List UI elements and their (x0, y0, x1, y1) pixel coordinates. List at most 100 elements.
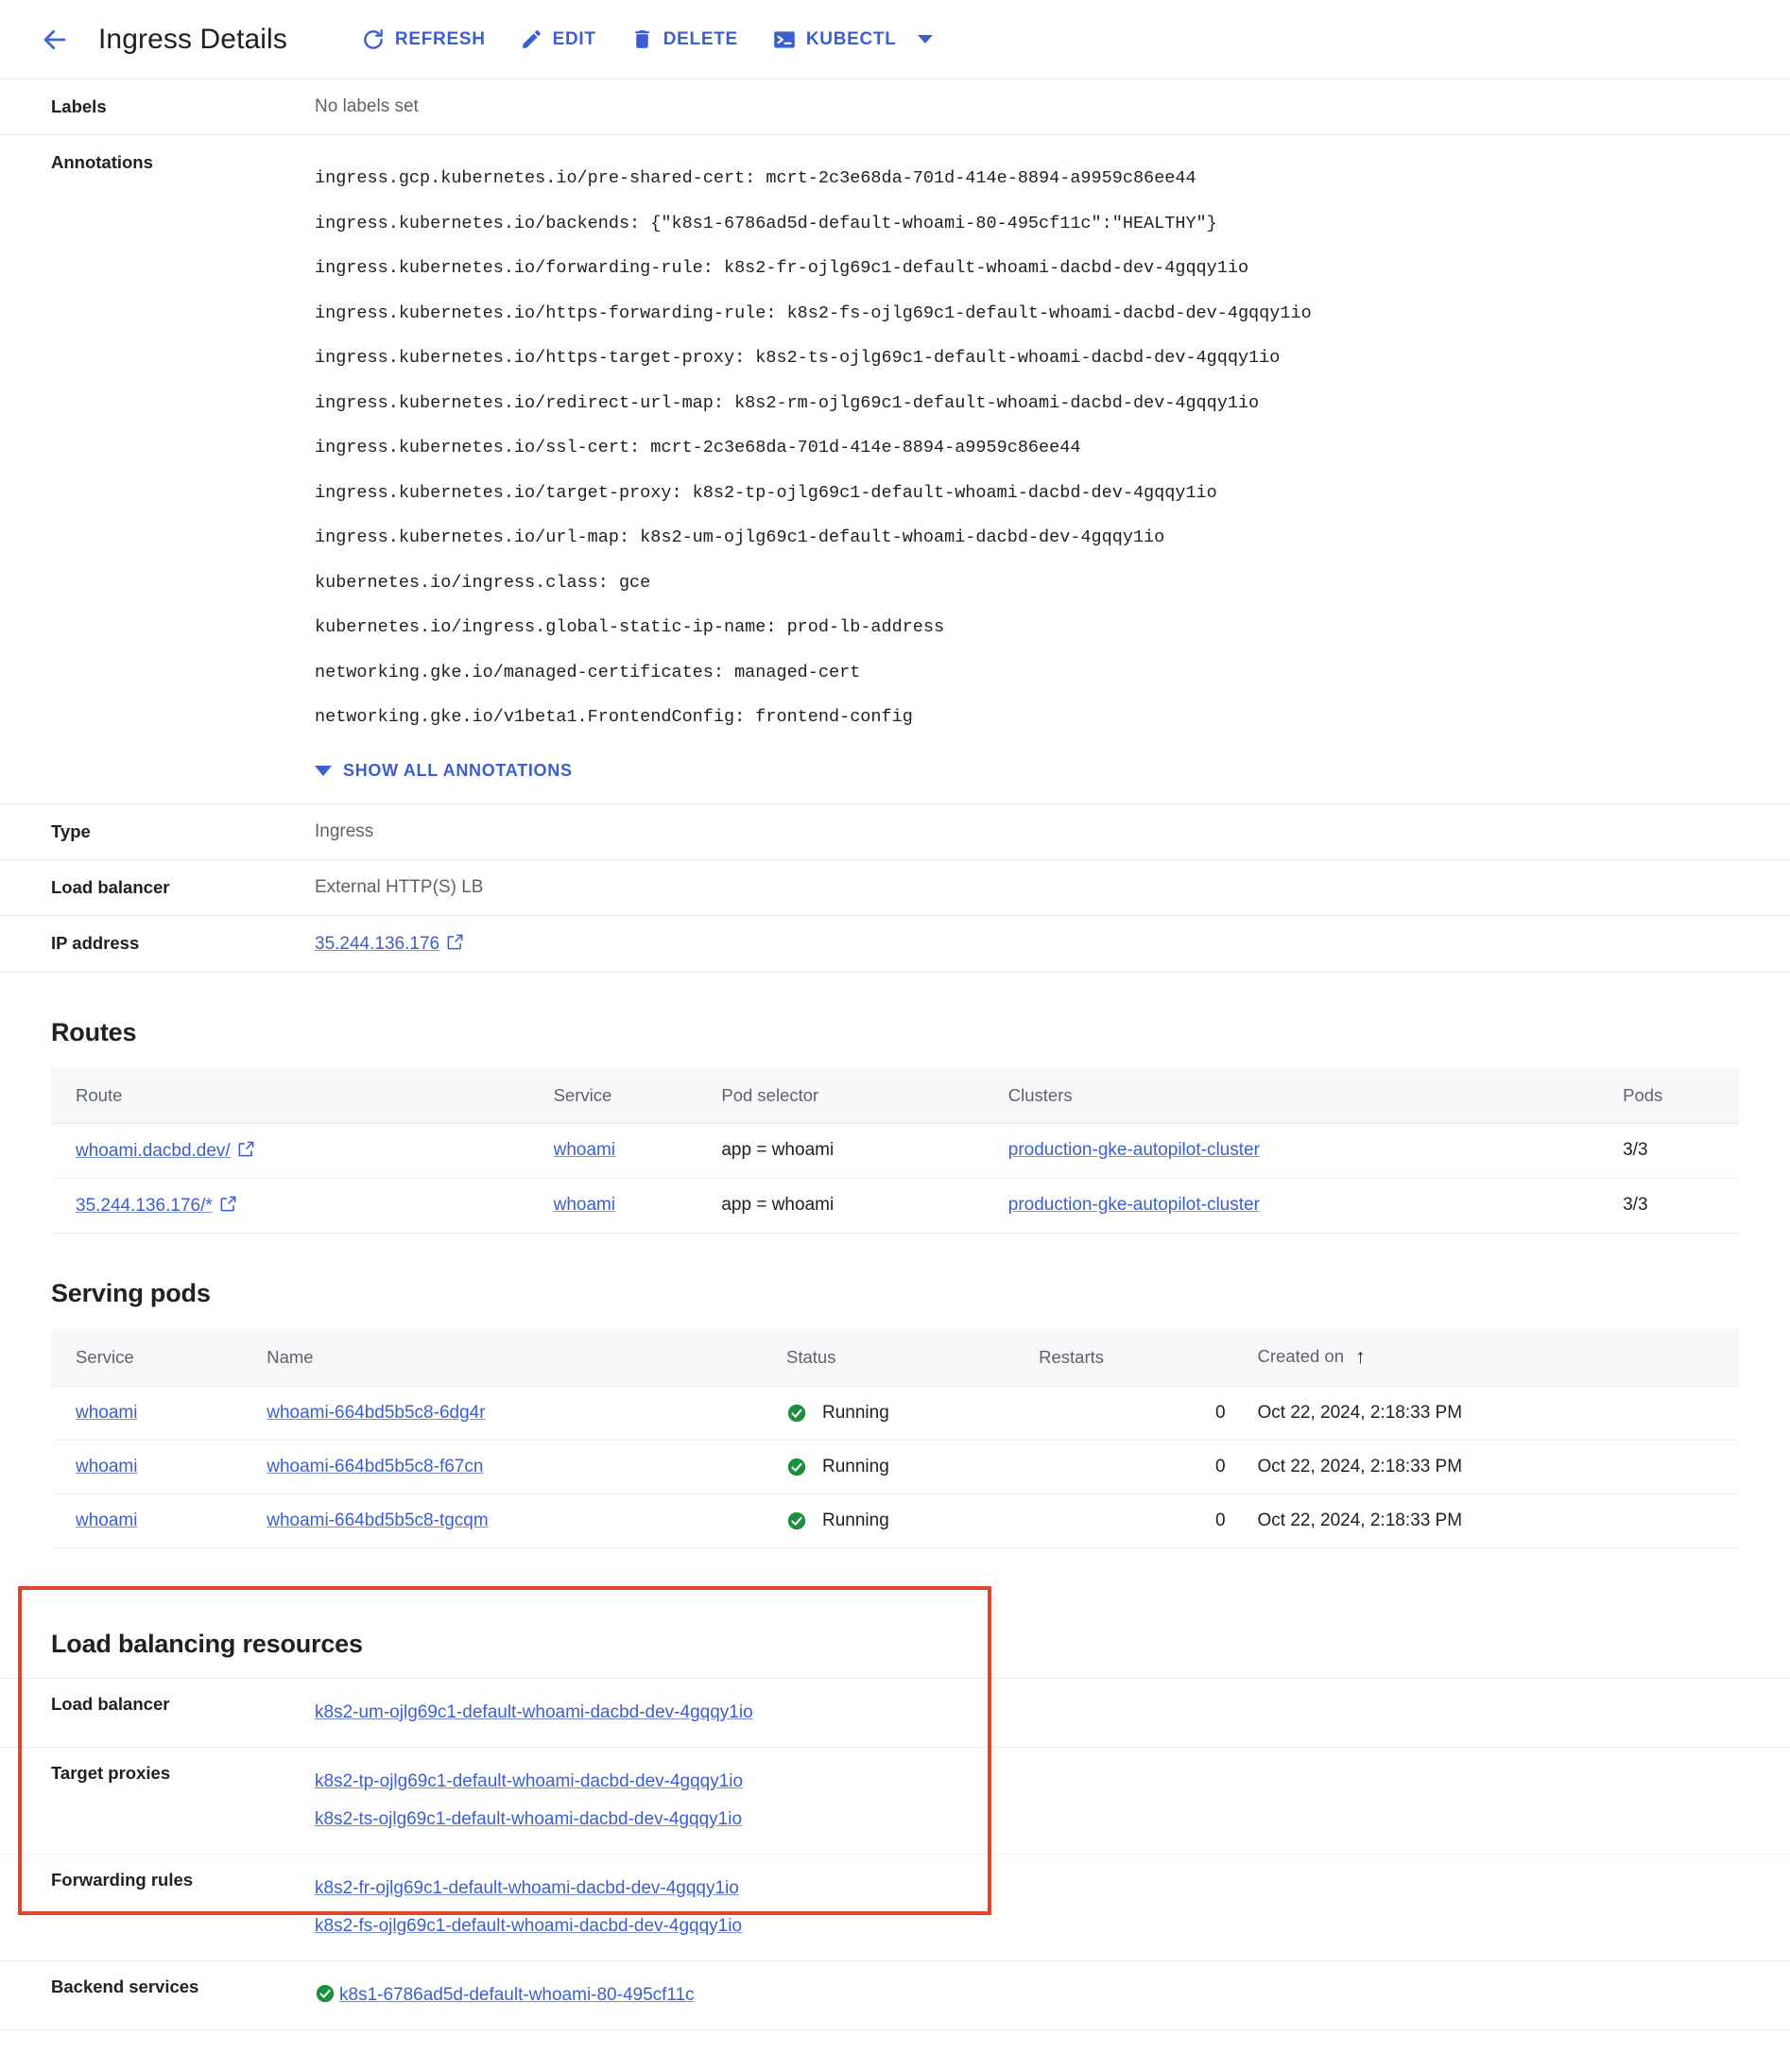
service-link[interactable]: whoami (554, 1195, 615, 1215)
lbr-row-values: k8s2-tp-ojlg69c1-default-whoami-dacbd-de… (315, 1748, 1790, 1854)
annotation-line: ingress.kubernetes.io/url-map: k8s2-um-o… (315, 527, 1165, 547)
lbr-row-key: Backend services (51, 1976, 199, 1996)
show-all-annotations-label: SHOW ALL ANNOTATIONS (343, 760, 573, 780)
route-cell: 35.244.136.176/* (51, 1178, 554, 1234)
table-row: whoami.dacbd.dev/whoami app = whoami produ… (51, 1123, 1739, 1179)
lbr-resource-link[interactable]: k8s2-fr-ojlg69c1-default-whoami-dacbd-de… (315, 1878, 739, 1898)
routes-table-header-row: Route Service Pod selector Clusters Pods (51, 1067, 1739, 1124)
table-row: whoami whoami-664bd5b5c8-6dg4r Running 0 Oct… (51, 1386, 1739, 1441)
edit-button-label: EDIT (552, 28, 596, 49)
lbr-resource-link[interactable]: k8s1-6786ad5d-default-whoami-80-495cf11c (339, 1985, 695, 2005)
type-key: Type (51, 820, 91, 841)
service-cell: whoami (553, 1178, 722, 1234)
pod-service-cell: whoami (51, 1386, 267, 1441)
annotation-line: ingress.kubernetes.io/https-forwarding-r… (315, 302, 1312, 323)
pod-created-cell: Oct 22, 2024, 2:18:33 PM (1257, 1386, 1739, 1441)
serving-pods-table: Service Name Status Restarts Created on ↑ who… (51, 1328, 1739, 1548)
pod-name-link[interactable]: whoami-664bd5b5c8-f67cn (267, 1457, 483, 1476)
route-link[interactable]: 35.244.136.176/* (76, 1196, 213, 1216)
pod-service-cell: whoami (51, 1494, 267, 1548)
refresh-icon (364, 28, 383, 49)
show-all-annotations-button[interactable]: SHOW ALL ANNOTATIONS (315, 761, 573, 781)
cluster-cell: production-gke-autopilot-cluster (1007, 1123, 1624, 1179)
labels-value: No labels set (315, 96, 419, 116)
routes-column-header[interactable]: Clusters (1007, 1067, 1624, 1124)
lbr-resource-link[interactable]: k8s2-um-ojlg69c1-default-whoami-dacbd-de… (315, 1702, 753, 1722)
routes-column-header[interactable]: Pods (1623, 1067, 1739, 1124)
serving-pods-column-header[interactable]: Name (267, 1328, 786, 1387)
pod-selector-cell: app = whoami (721, 1123, 1008, 1179)
pod-service-link[interactable]: whoami (76, 1403, 137, 1423)
annotation-line: kubernetes.io/ingress.class: gce (315, 572, 651, 593)
lbr-row: Backend services k8s1-6786ad5d-default-wh… (0, 1960, 1790, 2030)
lbr-value-line: k8s2-tp-ojlg69c1-default-whoami-dacbd-de… (315, 1763, 1771, 1801)
serving-pods-header-row: Service Name Status Restarts Created on ↑ (51, 1328, 1739, 1387)
pod-restarts-cell: 0 (1039, 1386, 1258, 1441)
refresh-button[interactable]: REFRESH (344, 20, 503, 60)
pod-service-cell: whoami (51, 1440, 267, 1494)
serving-pods-column-header[interactable]: Service (51, 1328, 267, 1387)
lbr-row-key: Target proxies (51, 1762, 171, 1783)
status-label: Running (822, 1510, 889, 1530)
load-balancing-resources-section: Load balancing resources Load balancer k8… (0, 1585, 1790, 2072)
lbr-resource-link[interactable]: k8s2-ts-ojlg69c1-default-whoami-dacbd-de… (315, 1809, 742, 1829)
lbr-resource-link[interactable]: k8s2-fs-ojlg69c1-default-whoami-dacbd-de… (315, 1916, 742, 1936)
routes-column-header[interactable]: Service (553, 1067, 722, 1124)
ip-address-link[interactable]: 35.244.136.176 (315, 934, 439, 954)
type-value: Ingress (315, 820, 374, 841)
lbr-row: Forwarding rules k8s2-fr-ojlg69c1-default… (0, 1853, 1790, 1960)
chevron-down-icon (315, 765, 332, 776)
annotation-line: networking.gke.io/v1beta1.FrontendConfig… (315, 707, 913, 727)
serving-pods-column-header[interactable]: Created on ↑ (1257, 1328, 1739, 1387)
serving-pods-column-header[interactable]: Status (786, 1328, 1040, 1387)
annotation-line: ingress.kubernetes.io/target-proxy: k8s2… (315, 482, 1217, 503)
sort-ascending-icon: ↑ (1355, 1345, 1366, 1368)
lbr-resource-link[interactable]: k8s2-tp-ojlg69c1-default-whoami-dacbd-de… (315, 1771, 743, 1791)
status-ok-icon (787, 1404, 806, 1422)
lbr-value-line: k8s1-6786ad5d-default-whoami-80-495cf11c (315, 1977, 1771, 2014)
pod-created-cell: Oct 22, 2024, 2:18:33 PM (1257, 1494, 1739, 1548)
pod-name-link[interactable]: whoami-664bd5b5c8-tgcqm (267, 1511, 488, 1530)
back-button[interactable] (32, 17, 77, 62)
cluster-link[interactable]: production-gke-autopilot-cluster (1008, 1195, 1260, 1215)
load-balancing-resources-rows: Load balancer k8s2-um-ojlg69c1-default-wh… (0, 1677, 1790, 2030)
delete-button[interactable]: DELETE (613, 20, 755, 59)
terminal-icon (774, 30, 795, 48)
routes-column-header[interactable]: Pod selector (721, 1067, 1008, 1124)
annotations-value: ingress.gcp.kubernetes.io/pre-shared-cer… (315, 135, 1790, 803)
annotation-line: ingress.kubernetes.io/redirect-url-map: … (315, 392, 1260, 413)
pod-restarts-cell: 0 (1039, 1494, 1258, 1548)
service-cell: whoami (553, 1123, 722, 1179)
lbr-row: Load balancer k8s2-um-ojlg69c1-default-wh… (0, 1677, 1790, 1747)
lbr-value-line: k8s2-fr-ojlg69c1-default-whoami-dacbd-de… (315, 1870, 1771, 1908)
pod-name-link[interactable]: whoami-664bd5b5c8-6dg4r (267, 1403, 485, 1423)
cluster-link[interactable]: production-gke-autopilot-cluster (1008, 1140, 1260, 1160)
lbr-row: Target proxies k8s2-tp-ojlg69c1-default-w… (0, 1746, 1790, 1854)
kubectl-button[interactable]: KUBECTL (755, 20, 950, 60)
route-link[interactable]: whoami.dacbd.dev/ (76, 1141, 231, 1161)
routes-column-header[interactable]: Route (51, 1067, 554, 1124)
routes-table-body: whoami.dacbd.dev/whoami app = whoami produ… (51, 1123, 1739, 1234)
pod-status-cell: Running (786, 1494, 1040, 1548)
routes-section: Routes Route Service Pod selector Clusters P… (0, 973, 1790, 1234)
cluster-cell: production-gke-autopilot-cluster (1007, 1178, 1624, 1234)
arrow-left-icon (43, 29, 66, 49)
pod-service-link[interactable]: whoami (76, 1457, 137, 1476)
serving-pods-table-body: whoami whoami-664bd5b5c8-6dg4r Running 0 Oct… (51, 1386, 1739, 1548)
detail-row-type: Type Ingress (0, 804, 1790, 860)
kubectl-button-label: KUBECTL (805, 28, 897, 49)
page-title: Ingress Details (98, 23, 287, 55)
pod-restarts-cell: 0 (1039, 1440, 1258, 1494)
service-link[interactable]: whoami (554, 1140, 615, 1160)
load-balancing-resources-title: Load balancing resources (51, 1629, 363, 1658)
annotation-line: kubernetes.io/ingress.global-static-ip-n… (315, 617, 945, 637)
status-ok-icon (787, 1511, 806, 1529)
external-link-icon (238, 1141, 254, 1156)
pod-service-link[interactable]: whoami (76, 1511, 137, 1530)
external-link-icon (220, 1196, 236, 1211)
annotation-line: ingress.kubernetes.io/backends: {"k8s1-6… (315, 213, 1217, 233)
edit-button[interactable]: EDIT (503, 20, 613, 59)
annotation-line: ingress.gcp.kubernetes.io/pre-shared-cer… (315, 168, 1196, 188)
serving-pods-column-header[interactable]: Restarts (1039, 1328, 1258, 1387)
routes-title: Routes (51, 1017, 137, 1046)
